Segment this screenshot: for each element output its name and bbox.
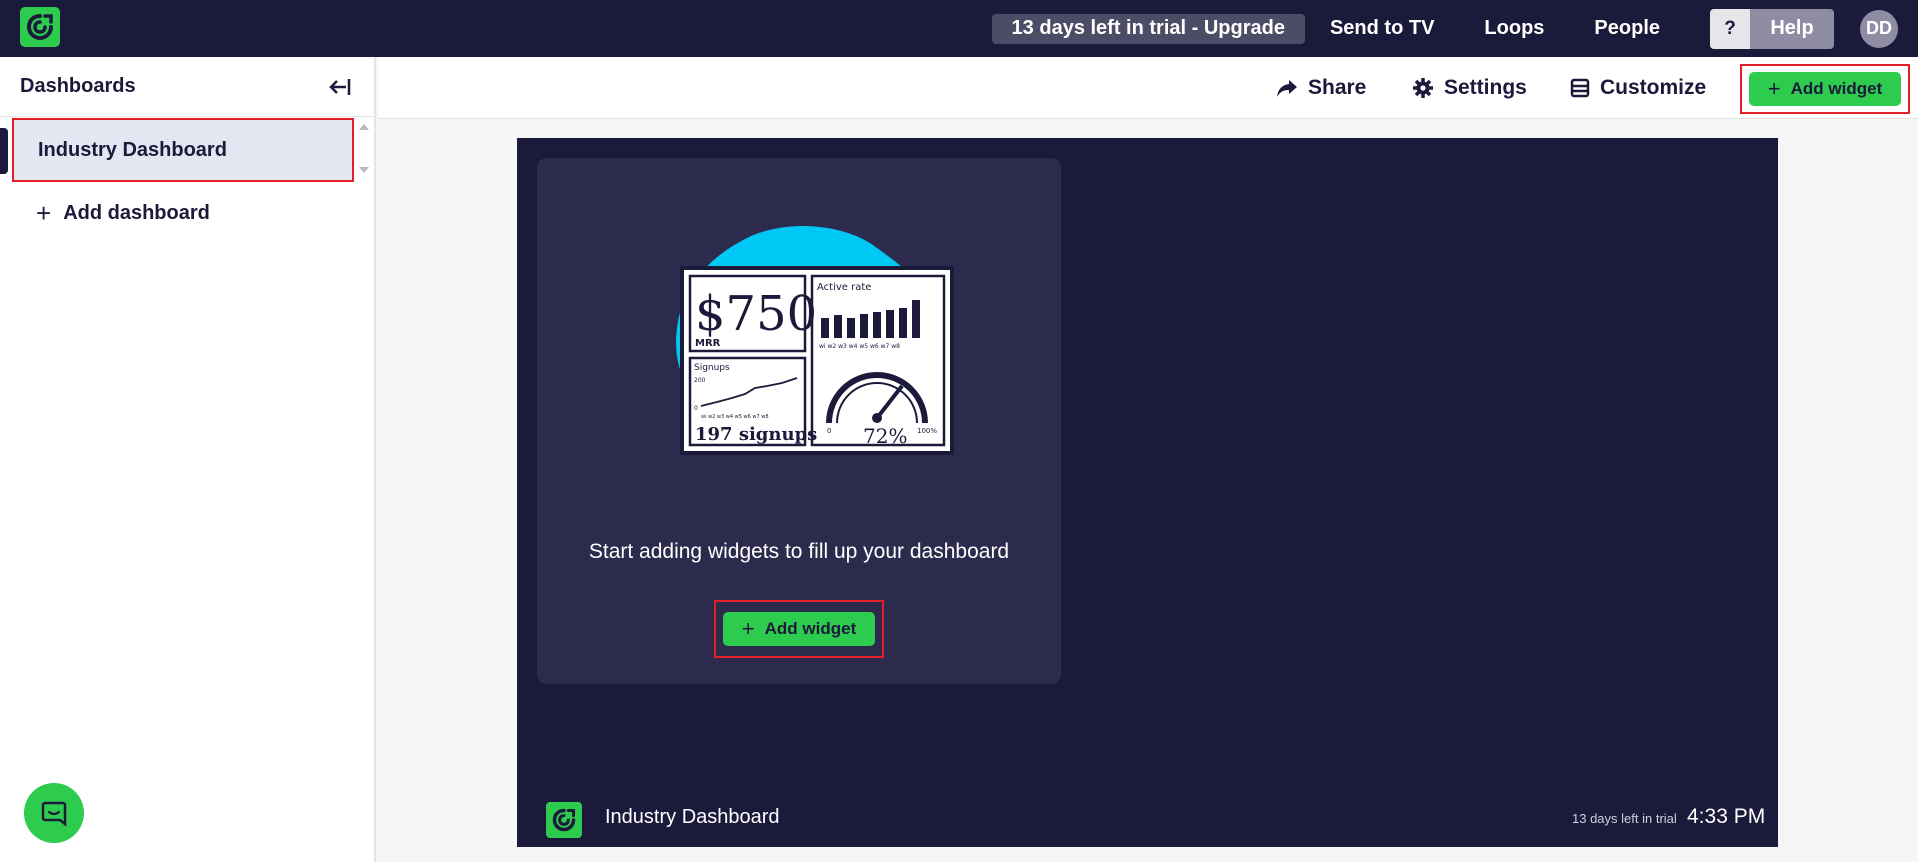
empty-state-message: Start adding widgets to fill up your das… [588, 540, 1010, 563]
illustration-mrr-value: $750 [695, 286, 817, 342]
illustration-gauge-value: 72% [863, 424, 907, 448]
illustration-active-rate-label: Active rate [817, 282, 871, 293]
chat-support-icon[interactable] [24, 783, 84, 843]
plus-icon: + [1767, 76, 1781, 101]
illustration-signups-axis-bottom: 0 [694, 405, 698, 412]
customize-button[interactable]: Customize [1570, 73, 1706, 103]
toolbar-add-widget-button[interactable]: + Add widget [1749, 72, 1901, 106]
illustration-signups-value: 197 signups [695, 424, 817, 445]
footer-brand-logo-icon [546, 802, 582, 838]
plus-icon: + [741, 616, 755, 641]
dashboard-canvas: $750 MRR Active rate wi w2 w3 w4 w5 w6 w… [517, 138, 1778, 847]
share-icon [1277, 80, 1297, 97]
toolbar-add-widget-highlight: + Add widget [1740, 64, 1910, 114]
illustration-bar-labels: wi w2 w3 w4 w5 w6 w7 w8 [819, 343, 900, 350]
footer-trial-text: 13 days left in trial [1572, 811, 1677, 826]
help-button[interactable]: ? Help [1710, 8, 1834, 49]
help-question-icon[interactable]: ? [1710, 8, 1750, 49]
footer-clock: 4:33 PM [1687, 805, 1766, 828]
send-to-tv-link[interactable]: Send to TV [1330, 17, 1434, 40]
sidebar-title: Dashboards [20, 75, 136, 97]
card-add-widget-highlight: + Add widget [714, 600, 884, 658]
customize-layout-icon [1570, 78, 1590, 98]
top-nav: 13 days left in trial - Upgrade Send to … [991, 0, 1918, 57]
add-widget-label: Add widget [1790, 79, 1883, 98]
help-label[interactable]: Help [1750, 8, 1834, 49]
scroll-down-arrow-icon[interactable] [359, 167, 369, 173]
illustration-gauge-min: 0 [827, 427, 831, 435]
dashboard-toolbar: Share Settings Customize + Add widget [378, 57, 1918, 119]
empty-state-card: $750 MRR Active rate wi w2 w3 w4 w5 w6 w… [537, 158, 1061, 684]
footer-dashboard-title: Industry Dashboard [605, 806, 780, 828]
dashboard-illustration: $750 MRR Active rate wi w2 w3 w4 w5 w6 w… [676, 225, 954, 455]
illustration-gauge-max: 100% [917, 427, 937, 435]
card-add-widget-button[interactable]: + Add widget [723, 612, 875, 646]
active-item-marker [0, 128, 8, 174]
avatar[interactable]: DD [1860, 9, 1898, 48]
add-widget-label: Add widget [764, 619, 857, 638]
customize-label: Customize [1600, 76, 1707, 99]
illustration-signups-week-labels: wi w2 w3 w4 w5 w6 w7 w8 [701, 414, 769, 420]
sidebar: Dashboards Industry Dashboard + Add dash… [0, 57, 376, 862]
illustration-signups-label: Signups [694, 363, 730, 373]
plus-icon: + [36, 198, 52, 228]
top-bar: 13 days left in trial - Upgrade Send to … [0, 0, 1918, 57]
trial-upgrade-button[interactable]: 13 days left in trial - Upgrade [991, 13, 1305, 44]
illustration-signups-axis-top: 200 [694, 377, 706, 384]
add-dashboard-label: Add dashboard [63, 201, 210, 224]
add-dashboard-button[interactable]: + Add dashboard [36, 200, 210, 226]
share-button[interactable]: Share [1276, 73, 1366, 103]
settings-label: Settings [1444, 76, 1527, 99]
sidebar-item-industry-dashboard[interactable]: Industry Dashboard [12, 118, 354, 182]
illustration-mrr-label: MRR [695, 338, 721, 349]
share-label: Share [1308, 76, 1367, 99]
scroll-up-arrow-icon[interactable] [359, 124, 369, 130]
gear-icon [1413, 78, 1433, 98]
people-link[interactable]: People [1594, 17, 1660, 40]
brand-logo-icon[interactable] [20, 7, 60, 47]
collapse-sidebar-icon[interactable] [326, 73, 354, 101]
settings-button[interactable]: Settings [1412, 73, 1527, 103]
loops-link[interactable]: Loops [1484, 17, 1544, 40]
sidebar-header: Dashboards [0, 57, 374, 117]
